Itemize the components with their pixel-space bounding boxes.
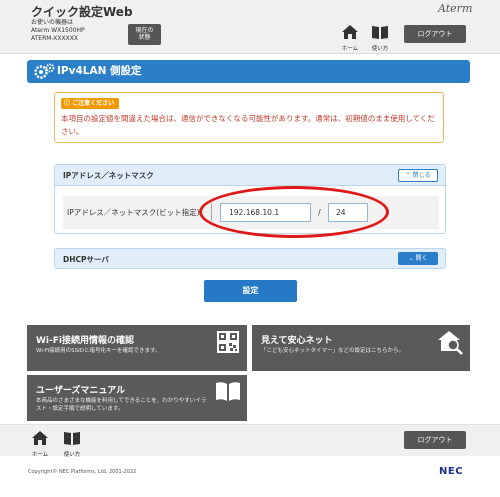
home-icon [342, 25, 358, 39]
home-icon [32, 431, 48, 445]
page-title-bar: IPv4LAN 側設定 [27, 60, 470, 83]
header: クイック設定Web お使いの機器は Aterm WX1500HP ATERM-X… [0, 0, 500, 54]
footer-help-label: 使い方 [63, 452, 81, 458]
manual-card[interactable]: ユーザーズマニュアル 本商品のさまざまな機能を利用してできることを、わかりやすい… [27, 375, 247, 421]
collapse-label: 閉じる [412, 172, 431, 179]
footer-home-label: ホーム [31, 452, 49, 458]
footer-bar: ホーム 使い方 ログアウト [0, 424, 500, 458]
dhcp-section-title: DHCPサーバ [63, 255, 109, 264]
chevron-up-icon: ⌃ [405, 172, 411, 179]
caution-badge-label: ご注意ください [72, 100, 115, 107]
footer-home-button[interactable]: ホーム [30, 430, 50, 458]
manual-card-desc: 本商品のさまざまな機能を利用してできることを、わかりやすいイラスト・設定手順で説… [36, 398, 207, 412]
collapse-button[interactable]: ⌃ 閉じる [398, 169, 438, 182]
safe-net-card[interactable]: 見えて安心ネット 「こども安心ネットタイマー」などの設定はこちらから。 [252, 325, 470, 371]
page-title: IPv4LAN 側設定 [57, 65, 142, 77]
copyright: Copyright© NEC Platforms, Ltd. 2001-2022 [28, 469, 137, 475]
warning-icon: ⓘ [64, 100, 71, 107]
apply-button[interactable]: 設定 [204, 280, 297, 302]
ip-section-header: IPアドレス／ネットマスク ⌃ 閉じる [55, 165, 445, 186]
status-button[interactable]: 現在の 状態 [128, 24, 161, 45]
safe-net-card-desc: 「こども安心ネットタイマー」などの設定はこちらから。 [261, 348, 405, 354]
footer-help-button[interactable]: 使い方 [62, 430, 82, 458]
logout-button[interactable]: ログアウト [404, 25, 466, 43]
help-label: 使い方 [371, 46, 389, 52]
gear-icon [34, 63, 55, 79]
home-search-icon [438, 331, 463, 355]
nec-logo: NEC [439, 466, 464, 477]
ip-field-label: IPアドレス／ネットマスク(ビット指定) [67, 208, 200, 217]
home-button[interactable]: ホーム [340, 24, 360, 52]
ip-section-title: IPアドレス／ネットマスク [63, 171, 154, 180]
device-label: お使いの機器は [31, 19, 74, 26]
book-icon [216, 382, 240, 401]
book-icon [64, 432, 80, 445]
qr-code-icon [217, 331, 239, 353]
safe-net-card-title: 見えて安心ネット [261, 336, 333, 346]
caution-badge: ⓘ ご注意ください [61, 98, 120, 109]
caution-text: 本項目の設定値を間違えた場合は、通信ができなくなる可能性があります。通常は、初期… [61, 114, 435, 136]
wifi-card-title: Wi-Fi接続用情報の確認 [36, 336, 134, 346]
app-title: クイック設定Web [31, 5, 133, 19]
device-model: Aterm WX1500HP [31, 27, 85, 34]
wifi-card-desc: Wi-Fi接続用のSSIDと暗号化キーを確認できます。 [36, 348, 161, 354]
expand-label: 開く [415, 255, 428, 262]
wifi-info-card[interactable]: Wi-Fi接続用情報の確認 Wi-Fi接続用のSSIDと暗号化キーを確認できます… [27, 325, 247, 371]
highlight-circle [199, 186, 389, 238]
caution-box: ⓘ ご注意ください 本項目の設定値を間違えた場合は、通信ができなくなる可能性があ… [54, 92, 444, 143]
book-icon [372, 26, 388, 39]
help-button[interactable]: 使い方 [370, 24, 390, 52]
footer-logout-button[interactable]: ログアウト [404, 431, 466, 449]
brand-logo: Aterm [438, 2, 473, 15]
dhcp-section: DHCPサーバ ⌄ 開く [54, 248, 446, 269]
expand-button[interactable]: ⌄ 開く [398, 252, 438, 265]
manual-card-title: ユーザーズマニュアル [36, 386, 126, 396]
home-label: ホーム [341, 46, 359, 52]
device-serial: ATERM-XXXXXX [31, 35, 78, 42]
chevron-down-icon: ⌄ [408, 255, 414, 262]
